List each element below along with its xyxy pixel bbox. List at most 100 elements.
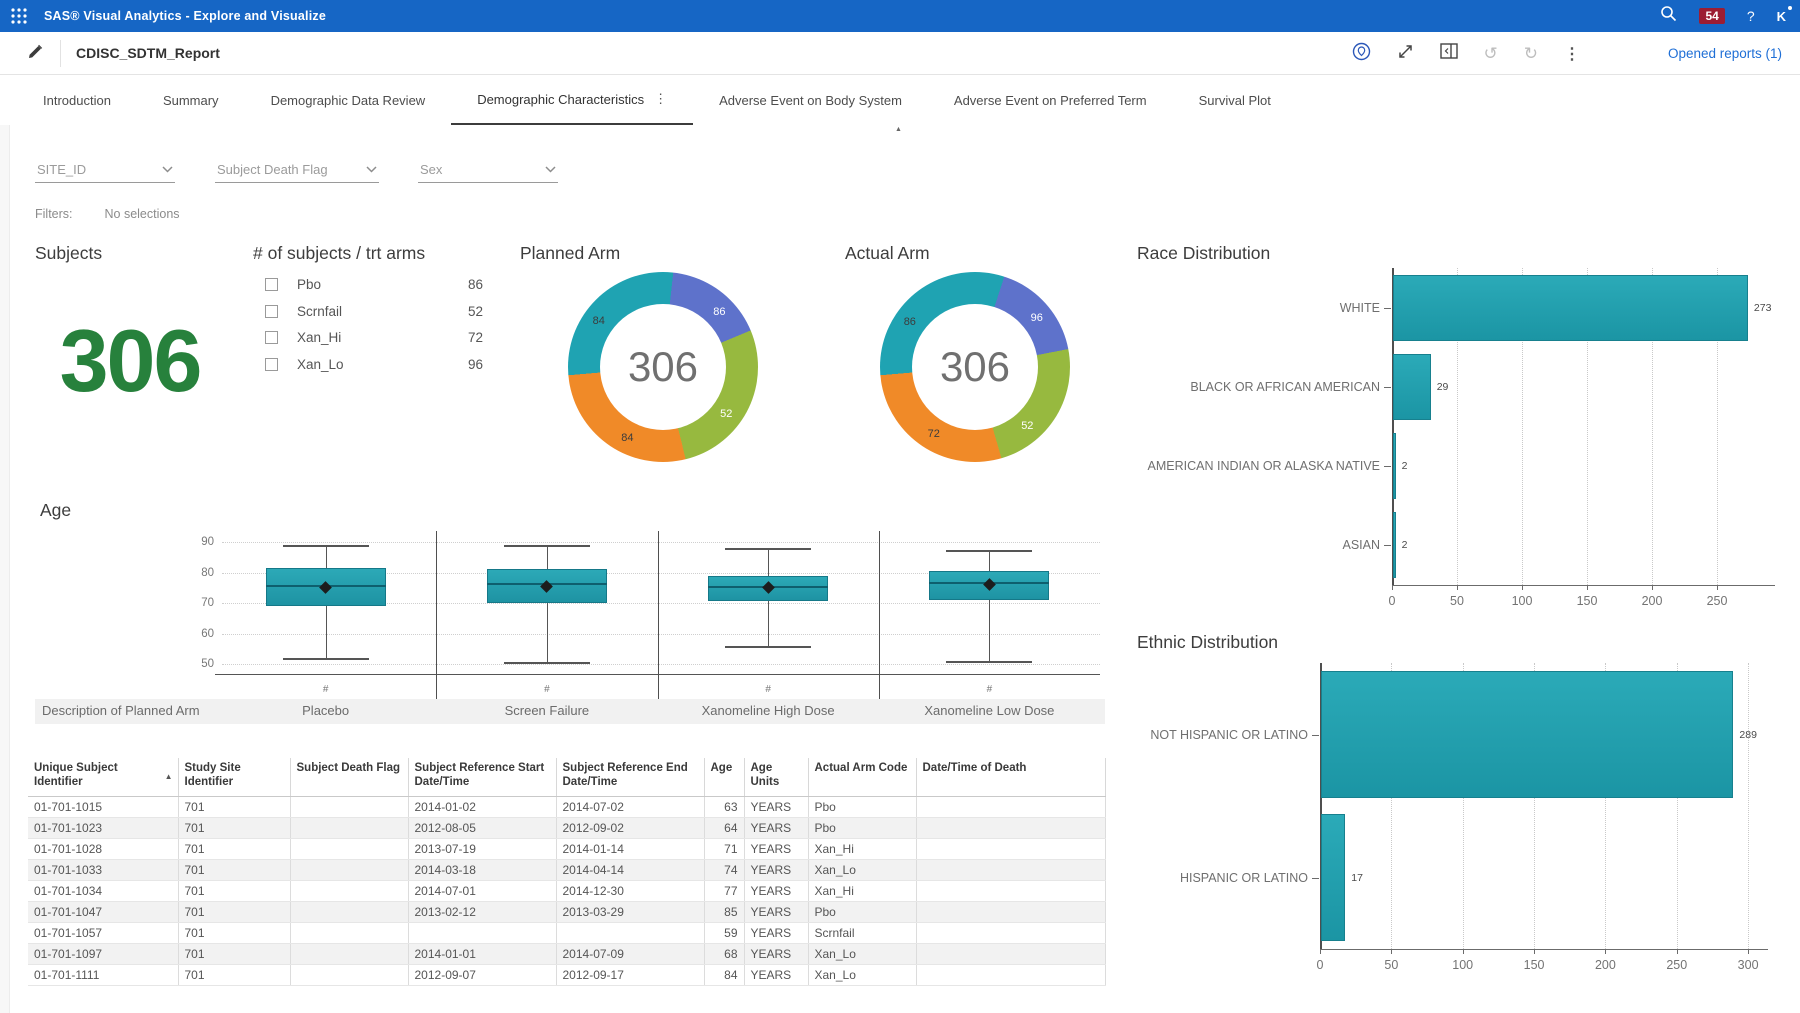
collapse-controls-caret[interactable]: ▲	[895, 126, 902, 133]
column-header[interactable]: Subject Reference StartDate/Time	[408, 758, 556, 796]
column-header[interactable]: Age	[704, 758, 744, 796]
toggle-panel-icon[interactable]	[1440, 43, 1458, 64]
table-cell	[290, 901, 408, 922]
table-cell: Pbo	[808, 901, 916, 922]
x-axis-tick-label: 300	[1738, 958, 1759, 972]
bar[interactable]	[1393, 354, 1431, 420]
gridline	[222, 634, 1100, 635]
table-cell: YEARS	[744, 901, 808, 922]
table-row[interactable]: 01-701-105770159YEARSScrnfail	[28, 922, 1105, 943]
table-row[interactable]: 01-701-10287012013-07-192014-01-1471YEAR…	[28, 838, 1105, 859]
tab-adverse-event-on-body-system[interactable]: Adverse Event on Body System	[693, 75, 928, 125]
filters-status: Filters:No selections	[35, 207, 180, 221]
whisker-cap-high	[283, 545, 369, 547]
app-title: SAS® Visual Analytics - Explore and Visu…	[44, 9, 326, 23]
subjects-kpi-value: 306	[50, 310, 210, 412]
edit-pencil-icon[interactable]	[26, 43, 44, 66]
tab-adverse-event-on-preferred-term[interactable]: Adverse Event on Preferred Term	[928, 75, 1173, 125]
y-axis-tick-label: 80	[180, 567, 214, 579]
column-header[interactable]: Unique SubjectIdentifier▲	[28, 758, 178, 796]
table-row[interactable]: 01-701-10237012012-08-052012-09-0264YEAR…	[28, 817, 1105, 838]
tab-demographic-characteristics[interactable]: Demographic Characteristics⋮	[451, 75, 693, 125]
table-cell	[916, 943, 1105, 964]
bar[interactable]	[1393, 275, 1748, 341]
site-id-dropdown[interactable]: SITE_ID	[35, 157, 175, 183]
bar-value-label: 273	[1754, 302, 1772, 314]
subject-death-flag-dropdown[interactable]: Subject Death Flag	[215, 157, 379, 183]
table-cell	[916, 880, 1105, 901]
column-header[interactable]: Subject Reference EndDate/Time	[556, 758, 704, 796]
tab-summary[interactable]: Summary	[137, 75, 245, 125]
column-header[interactable]: Age Units	[744, 758, 808, 796]
bar[interactable]	[1393, 433, 1396, 499]
tab-menu-icon[interactable]: ⋮	[654, 91, 667, 107]
table-cell: 77	[704, 880, 744, 901]
table-cell: Xan_Lo	[808, 964, 916, 985]
table-cell: 2014-12-30	[556, 880, 704, 901]
user-avatar[interactable]: K	[1777, 9, 1786, 24]
table-row[interactable]: 01-701-11117012012-09-072012-09-1784YEAR…	[28, 964, 1105, 985]
table-cell	[290, 943, 408, 964]
axis-footnote-marker: #	[987, 684, 993, 695]
category-label: NOT HISPANIC OR LATINO	[1016, 728, 1308, 742]
table-row[interactable]: 01-701-10337012014-03-182014-04-1474YEAR…	[28, 859, 1105, 880]
report-tab-bar: Introduction SummaryDemographic Data Revi…	[0, 75, 1800, 125]
actual-arm-donut[interactable]: 30696527286	[880, 272, 1070, 462]
table-row[interactable]: 01-701-10477012013-02-122013-03-2985YEAR…	[28, 901, 1105, 922]
planned-arm-donut[interactable]: 30686528484	[568, 272, 758, 462]
table-row[interactable]: 01-701-10977012014-01-012014-07-0968YEAR…	[28, 943, 1105, 964]
bar-value-label: 289	[1739, 729, 1757, 741]
table-cell: 701	[178, 901, 290, 922]
upper-whisker	[326, 545, 327, 568]
column-header[interactable]: Study Site Identifier	[178, 758, 290, 796]
apps-grid-icon[interactable]	[10, 7, 28, 30]
table-cell	[916, 838, 1105, 859]
search-icon[interactable]	[1660, 5, 1677, 27]
category-tick	[1384, 387, 1391, 388]
tab-survival-plot[interactable]: Survival Plot	[1173, 75, 1297, 125]
trt-arm-label: Pbo	[297, 277, 321, 292]
checkbox-pbo[interactable]	[265, 278, 278, 291]
whisker-cap-high	[946, 550, 1032, 552]
table-cell: 2013-02-12	[408, 901, 556, 922]
checkbox-xan_lo[interactable]	[265, 358, 278, 371]
table-row[interactable]: 01-701-10347012014-07-012014-12-3077YEAR…	[28, 880, 1105, 901]
table-cell: YEARS	[744, 964, 808, 985]
undo-icon: ↺	[1484, 44, 1498, 64]
bar[interactable]	[1321, 814, 1345, 941]
bar-value-label: 2	[1402, 460, 1408, 472]
more-options-icon[interactable]: ⋮	[1564, 44, 1580, 64]
subject-data-table[interactable]: Unique SubjectIdentifier▲Study Site Iden…	[28, 758, 1105, 986]
sex-dropdown[interactable]: Sex	[418, 157, 558, 183]
table-row[interactable]: 01-701-10157012014-01-022014-07-0263YEAR…	[28, 796, 1105, 817]
checkbox-scrnfail[interactable]	[265, 305, 278, 318]
presence-dot	[1788, 6, 1792, 10]
maximize-icon[interactable]	[1397, 43, 1414, 65]
tab-label: Introduction	[43, 93, 111, 108]
help-icon[interactable]: ?	[1747, 8, 1755, 24]
column-header[interactable]: Actual Arm Code	[808, 758, 916, 796]
lower-whisker	[326, 606, 327, 658]
table-cell: 701	[178, 817, 290, 838]
strip-category-label: Xanomeline High Dose	[702, 703, 835, 718]
notification-badge[interactable]: 54	[1699, 8, 1724, 24]
tab-demographic-data-review[interactable]: Demographic Data Review	[245, 75, 452, 125]
x-axis-tick-label: 50	[1450, 594, 1464, 608]
report-playback-icon[interactable]	[1352, 42, 1371, 66]
trt-arm-count: 96	[468, 357, 483, 372]
opened-reports-link[interactable]: Opened reports (1)	[1668, 46, 1782, 61]
column-header[interactable]: Subject Death Flag	[290, 758, 408, 796]
table-cell: YEARS	[744, 796, 808, 817]
tab-introduction[interactable]: Introduction	[17, 75, 137, 125]
column-header[interactable]: Date/Time of Death	[916, 758, 1105, 796]
whisker-cap-low	[946, 661, 1032, 663]
table-cell: 2014-01-01	[408, 943, 556, 964]
donut-center-total: 306	[600, 304, 726, 430]
table-cell	[916, 859, 1105, 880]
x-axis-tick-label: 250	[1707, 594, 1728, 608]
bar[interactable]	[1393, 512, 1396, 578]
checkbox-xan_hi[interactable]	[265, 331, 278, 344]
bar[interactable]	[1321, 671, 1733, 798]
lower-whisker	[989, 600, 990, 661]
left-edge-rail	[0, 125, 10, 1013]
